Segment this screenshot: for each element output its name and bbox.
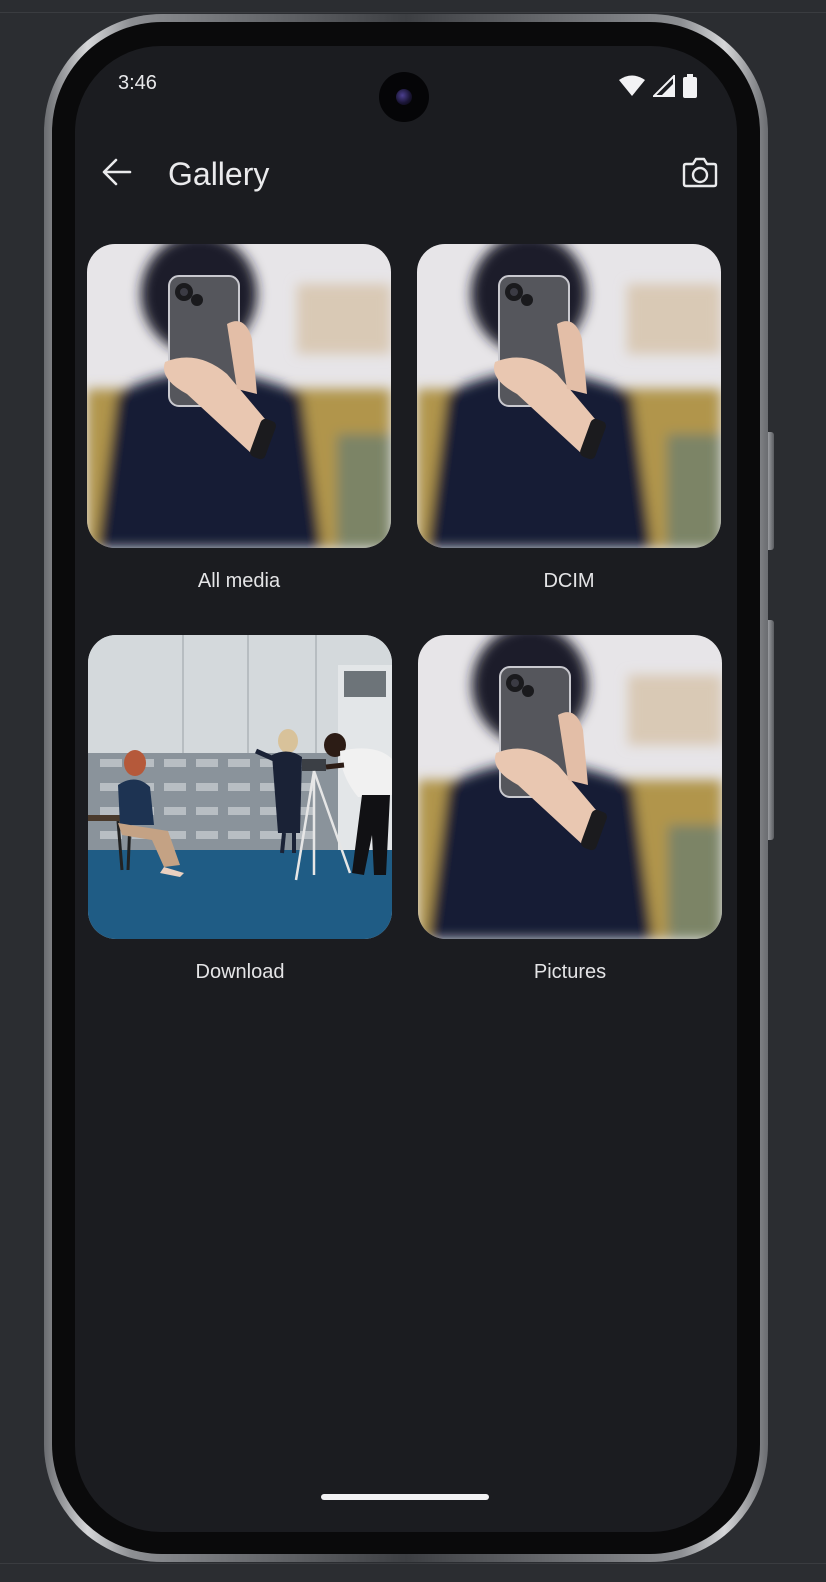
album-card[interactable]: DCIM (417, 244, 721, 593)
window-top-edge (0, 12, 826, 13)
arrow-back-icon (102, 158, 132, 190)
status-icons (619, 73, 697, 102)
album-label: Download (195, 961, 285, 983)
album-label: Pictures (533, 961, 607, 983)
back-button[interactable] (95, 152, 139, 196)
front-camera (379, 72, 429, 122)
window-bottom-edge (0, 1563, 826, 1564)
album-card[interactable]: Pictures (418, 635, 722, 984)
device-stage: 3:46 Gallery All media DCIM Download Pic… (0, 0, 826, 1582)
album-label: DCIM (543, 570, 595, 592)
album-label: All media (197, 570, 281, 592)
album-thumbnail (88, 635, 392, 939)
album-card[interactable]: Download (88, 635, 392, 984)
page-title: Gallery (168, 156, 270, 192)
camera-button[interactable] (678, 152, 722, 196)
app-bar: Gallery (75, 146, 737, 206)
volume-button (768, 432, 774, 550)
camera-icon (682, 156, 718, 192)
album-thumbnail (417, 244, 721, 548)
wifi-icon (619, 75, 645, 101)
album-card[interactable]: All media (87, 244, 391, 593)
signal-icon (651, 73, 675, 101)
album-thumbnail (87, 244, 391, 548)
phone-screen: 3:46 Gallery All media DCIM Download Pic… (75, 46, 737, 1532)
status-time: 3:46 (118, 72, 157, 94)
home-indicator[interactable] (321, 1494, 489, 1500)
battery-icon (683, 74, 697, 102)
power-button (768, 620, 774, 840)
album-thumbnail (418, 635, 722, 939)
